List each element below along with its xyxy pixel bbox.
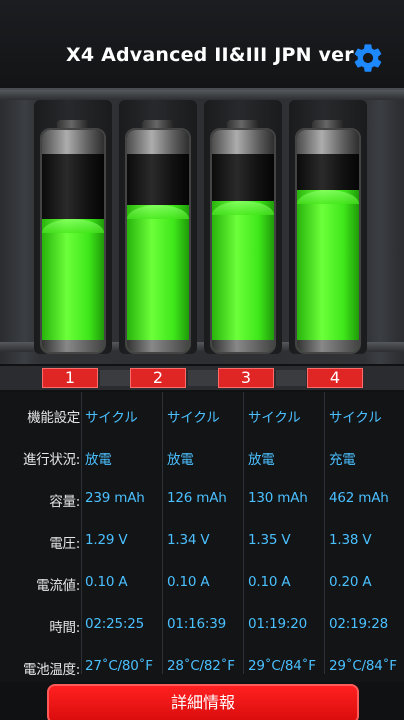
slot-divider xyxy=(276,370,306,386)
status-table: 機能設定 サイクル サイクル サイクル サイクル 進行状況: 放電 放電 放電 … xyxy=(0,392,404,682)
charge-fill-1 xyxy=(42,218,104,352)
cell: 126 mAh xyxy=(167,490,227,506)
row-label: 電池温度: xyxy=(22,662,80,678)
row-voltage: 電圧: 1.29 V 1.34 V 1.35 V 1.38 V xyxy=(0,522,404,563)
charge-fill-3 xyxy=(212,201,274,352)
cell: 0.10 A xyxy=(85,574,128,590)
row-label: 進行状況: xyxy=(22,452,80,468)
cell: 1.38 V xyxy=(329,532,372,548)
cell: 29˚C/84˚F xyxy=(329,658,397,674)
slot-button-1[interactable]: 1 xyxy=(42,368,98,388)
battery-bay xyxy=(0,88,404,364)
slot-4 xyxy=(289,100,367,354)
slot-3 xyxy=(204,100,282,354)
slot-button-3[interactable]: 3 xyxy=(218,368,274,388)
row-label: 電圧: xyxy=(49,536,80,552)
cell: 01:16:39 xyxy=(167,616,227,632)
slot-button-2[interactable]: 2 xyxy=(130,368,186,388)
row-time: 時間: 02:25:25 01:16:39 01:19:20 02:19:28 xyxy=(0,606,404,647)
slot-button-4[interactable]: 4 xyxy=(307,368,363,388)
slot-1 xyxy=(34,100,112,354)
battery-1 xyxy=(40,120,106,356)
row-label: 時間: xyxy=(49,620,80,636)
cell: 29˚C/84˚F xyxy=(248,658,316,674)
row-progress: 進行状況: 放電 放電 放電 充電 xyxy=(0,438,404,479)
row-capacity: 容量: 239 mAh 126 mAh 130 mAh 462 mAh xyxy=(0,480,404,521)
cell: 239 mAh xyxy=(85,490,145,506)
row-label: 容量: xyxy=(49,494,80,510)
slot-divider xyxy=(100,370,130,386)
cell: 放電 xyxy=(167,452,194,468)
cell: 放電 xyxy=(85,452,112,468)
charge-fill-2 xyxy=(127,205,189,352)
cell: 1.35 V xyxy=(248,532,291,548)
cell: 130 mAh xyxy=(248,490,308,506)
cell: 462 mAh xyxy=(329,490,389,506)
cell: サイクル xyxy=(167,410,220,426)
cell: サイクル xyxy=(85,410,138,426)
charge-fill-4 xyxy=(297,189,359,352)
gear-icon[interactable] xyxy=(351,41,385,75)
app-title: X4 Advanced II&III JPN ver xyxy=(66,44,354,66)
detail-info-button[interactable]: 詳細情報 xyxy=(47,684,359,720)
row-temperature: 電池温度: 27˚C/80˚F 28˚C/82˚F 29˚C/84˚F 29˚C… xyxy=(0,648,404,689)
cell: 0.10 A xyxy=(248,574,291,590)
battery-3 xyxy=(210,120,276,356)
row-label: 機能設定 xyxy=(27,410,80,426)
cell: 02:19:28 xyxy=(329,616,389,632)
cell: サイクル xyxy=(248,410,301,426)
slot-divider xyxy=(188,370,218,386)
row-function: 機能設定 サイクル サイクル サイクル サイクル xyxy=(0,396,404,437)
cell: 充電 xyxy=(329,452,356,468)
slot-selector-bar: 1 2 3 4 xyxy=(0,366,404,390)
cell: 28˚C/82˚F xyxy=(167,658,235,674)
cell: 1.29 V xyxy=(85,532,128,548)
cell: 放電 xyxy=(248,452,275,468)
battery-4 xyxy=(295,120,361,356)
header-bar: X4 Advanced II&III JPN ver xyxy=(0,0,404,88)
bay-top-rail xyxy=(0,90,404,100)
battery-2 xyxy=(125,120,191,356)
cell: 0.10 A xyxy=(167,574,210,590)
cell: 02:25:25 xyxy=(85,616,145,632)
cell: 0.20 A xyxy=(329,574,372,590)
cell: サイクル xyxy=(329,410,382,426)
slot-2 xyxy=(119,100,197,354)
cell: 27˚C/80˚F xyxy=(85,658,153,674)
row-current: 電流値: 0.10 A 0.10 A 0.10 A 0.20 A xyxy=(0,564,404,605)
row-label: 電流値: xyxy=(36,578,80,594)
cell: 01:19:20 xyxy=(248,616,308,632)
cell: 1.34 V xyxy=(167,532,210,548)
